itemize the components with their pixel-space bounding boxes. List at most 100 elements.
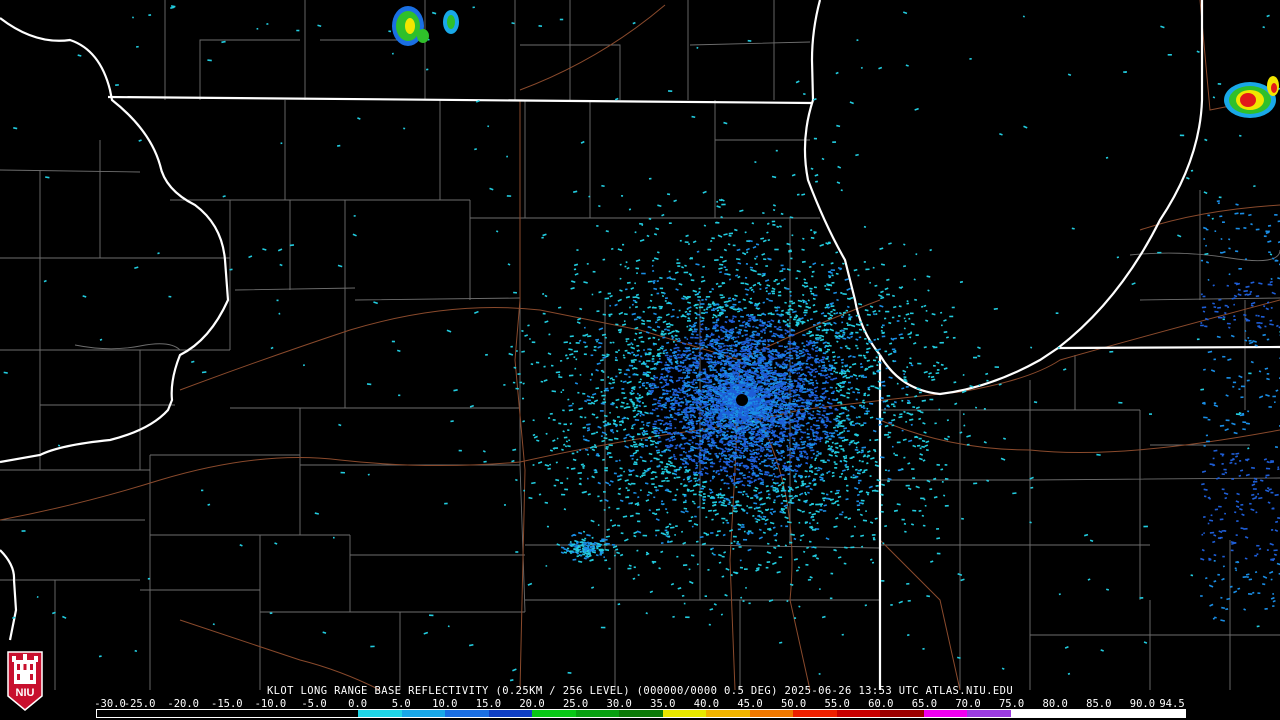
echo-speck [575, 358, 578, 361]
echo-speck [806, 428, 809, 431]
echo-speck [586, 477, 589, 480]
echo-speck [869, 281, 871, 284]
echo-speck [778, 425, 781, 428]
echo-speck [912, 477, 916, 479]
echo-speck [767, 493, 771, 496]
echo-speck [703, 339, 707, 341]
echo-speck [875, 356, 878, 359]
echo-speck [728, 453, 731, 456]
echo-speck [725, 268, 728, 271]
echo-speck [772, 487, 776, 489]
echo-speck [869, 475, 872, 477]
echo-speck [759, 470, 763, 472]
echo-speck [698, 287, 701, 290]
echo-speck [787, 386, 791, 389]
echo-speck [783, 430, 786, 433]
indiana-michigan-line [1057, 345, 1280, 350]
echo-speck [563, 423, 567, 426]
echo-speck [932, 364, 936, 367]
echo-speck [808, 394, 811, 396]
echo-speck [597, 524, 600, 526]
echo-speck [860, 406, 864, 408]
echo-speck [637, 574, 640, 576]
echo-speck [715, 321, 718, 324]
echo-speck [712, 327, 717, 330]
echo-speck [916, 444, 921, 447]
echo-speck [574, 367, 577, 370]
echo-speck [693, 369, 696, 371]
echo-speck [717, 496, 720, 499]
echo-speck [789, 291, 792, 293]
echo-speck [658, 378, 661, 381]
echo-speck [594, 471, 598, 474]
echo-speck [772, 473, 775, 475]
echo-speck [723, 497, 726, 500]
echo-speck [597, 495, 600, 498]
echo-speck [664, 354, 669, 357]
echo-speck [705, 428, 710, 430]
echo-speck [939, 341, 944, 344]
echo-speck [664, 297, 668, 300]
echo-speck [751, 428, 755, 431]
echo-speck [826, 323, 830, 325]
echo-speck [881, 324, 885, 327]
echo-speck [844, 478, 848, 480]
echo-speck [841, 633, 844, 636]
echo-speck [541, 236, 544, 239]
echo-speck [722, 521, 725, 524]
echo-speck [917, 362, 922, 365]
echo-speck [711, 462, 716, 465]
echo-speck [847, 409, 850, 412]
echo-speck [601, 394, 606, 397]
echo-speck [665, 381, 667, 384]
echo-speck [742, 600, 745, 603]
echo-speck [722, 384, 726, 387]
echo-speck [815, 435, 818, 438]
echo-speck [633, 566, 636, 569]
echo-speck [545, 565, 548, 567]
echo-speck [786, 378, 791, 381]
echo-speck [644, 439, 648, 442]
echo-speck [668, 367, 671, 370]
echo-speck [891, 316, 895, 319]
echo-speck [652, 343, 655, 346]
echo-speck [725, 519, 728, 522]
echo-speck [542, 312, 546, 315]
echo-speck [941, 481, 944, 483]
echo-speck [670, 363, 673, 365]
echo-speck [793, 617, 797, 619]
echo-speck [764, 374, 768, 377]
echo-speck [830, 572, 834, 575]
echo-speck [721, 517, 726, 520]
echo-speck [835, 424, 839, 427]
echo-speck [660, 373, 664, 376]
echo-speck [816, 450, 819, 453]
echo-speck [734, 381, 737, 383]
echo-speck [664, 402, 668, 404]
echo-speck [701, 413, 703, 416]
echo-speck [863, 407, 866, 409]
echo-speck [696, 430, 698, 432]
echo-speck [641, 421, 644, 423]
echo-speck [646, 360, 651, 362]
echo-speck [929, 488, 933, 491]
echo-speck [657, 419, 662, 422]
echo-speck [770, 508, 774, 511]
echo-speck [838, 445, 843, 447]
echo-speck [829, 597, 833, 600]
echo-speck [702, 368, 707, 371]
echo-speck [726, 430, 729, 433]
echo-speck [855, 377, 859, 380]
echo-speck [774, 475, 776, 478]
echo-speck [617, 416, 620, 418]
echo-speck [564, 488, 569, 491]
echo-speck [777, 363, 780, 366]
echo-speck [773, 501, 776, 504]
echo-speck [919, 447, 922, 450]
echo-speck [886, 394, 891, 397]
echo-speck [684, 367, 689, 369]
echo-speck [727, 503, 731, 505]
echo-speck [651, 483, 655, 485]
echo-speck [608, 438, 613, 441]
echo-speck [659, 287, 664, 290]
